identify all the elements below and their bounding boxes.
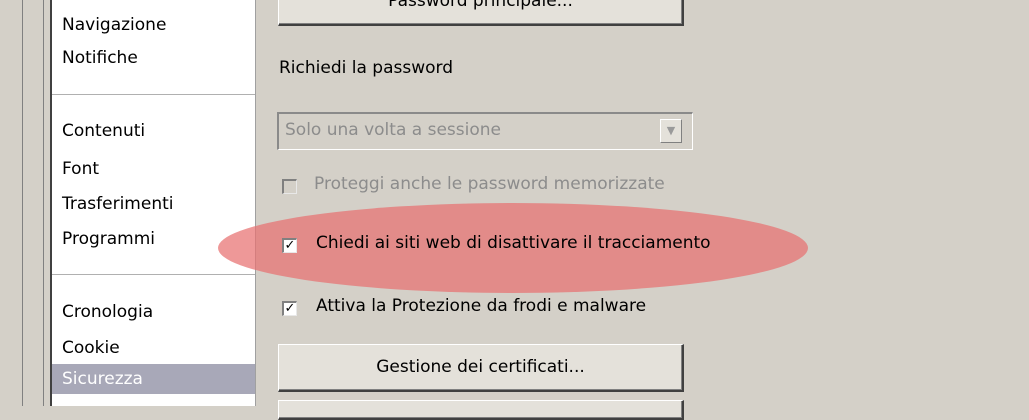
certificates-button[interactable]: Gestione dei certificati... — [278, 344, 684, 392]
phishing-protection-label: Attiva la Protezione da frodi e malware — [316, 296, 647, 316]
sidebar-item-cronologia[interactable]: Cronologia — [62, 301, 153, 323]
do-not-track-checkbox[interactable]: ✓ — [282, 238, 297, 253]
next-button-partial[interactable] — [278, 400, 684, 420]
ask-password-select[interactable]: Solo una volta a sessione ▼ — [277, 112, 693, 150]
sidebar-item-trasferimenti[interactable]: Trasferimenti — [62, 193, 174, 215]
sidebar-item-programmi[interactable]: Programmi — [62, 228, 155, 250]
checkmark-icon: ✓ — [284, 301, 296, 316]
chevron-down-icon[interactable]: ▼ — [660, 119, 682, 143]
checkmark-icon: ✓ — [284, 238, 296, 253]
protect-saved-passwords-checkbox[interactable] — [282, 179, 297, 194]
sidebar-item-cookie[interactable]: Cookie — [62, 337, 120, 359]
phishing-protection-checkbox[interactable]: ✓ — [282, 301, 297, 316]
settings-sidebar: Navigazione Notifiche Contenuti Font Tra… — [50, 0, 256, 406]
protect-saved-passwords-label: Proteggi anche le password memorizzate — [314, 174, 665, 194]
sidebar-item-sicurezza[interactable]: Sicurezza — [52, 364, 255, 394]
sidebar-separator — [52, 274, 255, 275]
do-not-track-label: Chiedi ai siti web di disattivare il tra… — [316, 233, 711, 253]
frame-gutter — [23, 0, 44, 406]
sidebar-item-navigazione[interactable]: Navigazione — [62, 14, 166, 36]
sidebar-item-notifiche[interactable]: Notifiche — [62, 47, 138, 69]
ask-password-label: Richiedi la password — [279, 58, 454, 78]
sidebar-separator — [52, 94, 255, 95]
ask-password-select-value: Solo una volta a sessione — [285, 120, 501, 140]
master-password-button[interactable]: Password principale... — [278, 0, 684, 26]
sidebar-item-font[interactable]: Font — [62, 158, 99, 180]
window-edge — [0, 0, 22, 406]
sidebar-item-contenuti[interactable]: Contenuti — [62, 120, 145, 142]
